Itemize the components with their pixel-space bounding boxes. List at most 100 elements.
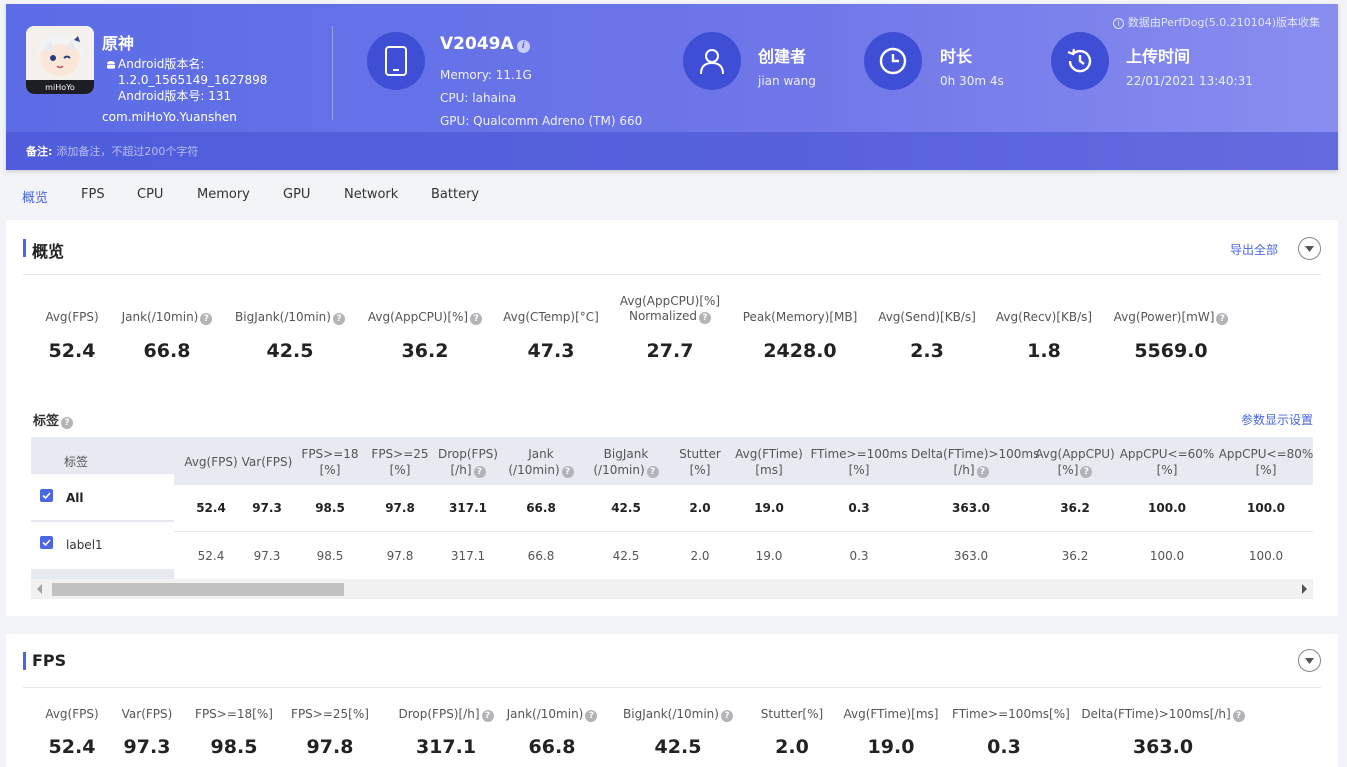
help-icon[interactable]: ? [470,313,483,325]
help-icon[interactable]: ? [332,313,345,325]
tab-memory[interactable]: Memory [197,187,250,202]
check-icon [42,539,51,546]
fps-metric: Delta(FTime)>100ms[/h]? 363.0 [1070,707,1256,758]
table-cell: 0.3 [849,549,869,563]
export-all-link[interactable]: 导出全部 [1230,241,1278,258]
tags-title: 标签? [33,410,74,429]
version-name-text: 1.2.0_1565149_1627898 [118,73,268,87]
tab-network[interactable]: Network [344,187,398,202]
metric-value: 27.7 [646,340,694,362]
horizontal-scrollbar[interactable] [31,579,1313,599]
fps-panel: FPS Avg(FPS) 52.4 Var(FPS) 97.3 FPS>=18[%] 98… [6,634,1338,767]
note-placeholder[interactable]: 添加备注，不超过200个字符 [56,145,198,158]
metric-jank: Jank(/10min)? 66.8 [111,310,223,362]
fps-metric: BigJank(/10min)? 42.5 [612,707,744,758]
metric-value: 36.2 [401,340,449,362]
metric-bigjank: BigJank(/10min)? 42.5 [230,310,350,362]
scrollbar-thumb[interactable] [52,583,344,596]
tag-row-all[interactable]: All [31,474,174,521]
column-header-line: AppCPU<=80% [1218,447,1314,461]
help-icon[interactable]: ? [976,466,989,478]
help-icon[interactable]: ? [1080,466,1093,478]
collapse-overview-button[interactable] [1298,237,1321,260]
table-cell: 100.0 [1248,549,1284,563]
metric-value: 98.5 [210,736,258,758]
help-icon[interactable]: ? [481,710,494,722]
duration-value: 0h 30m 4s [940,74,1004,88]
metric-value: 97.3 [123,736,171,758]
scroll-right-arrow[interactable] [1302,584,1307,594]
table-cell: 100.0 [1148,501,1186,515]
collapse-fps-button[interactable] [1298,649,1321,672]
metric-avg-ctemp: Avg(CTemp)[°C] 47.3 [494,310,608,362]
tags-title-text: 标签 [33,414,60,429]
column-header: FTime>=100ms [%] [799,446,919,478]
app-icon: miHoYo [26,26,94,94]
param-display-settings-link[interactable]: 参数显示设置 [1241,411,1313,428]
source-note-text: 数据由PerfDog(5.0.210104)版本收集 [1127,16,1320,29]
metric-label-text: Delta(FTime)>100ms[/h] [1081,707,1231,721]
metric-avg-recv: Avg(Recv)[KB/s] 1.8 [988,310,1100,362]
note-label: 备注: [26,145,53,158]
tab-overview[interactable]: 概览 [22,187,48,206]
column-header-line: FTime>=100ms [810,447,908,461]
metric-label: Drop(FPS)[/h]? [378,707,514,722]
metric-label: Avg(CTemp)[°C] [503,310,599,324]
metric-label-text: Var(FPS) [121,707,173,721]
tab-battery[interactable]: Battery [431,187,479,202]
help-icon[interactable]: ? [699,312,712,324]
help-icon[interactable]: ? [720,710,733,722]
metric-avg-send: Avg(Send)[KB/s] 2.3 [870,310,984,362]
metric-value: 47.3 [527,340,575,362]
version-name-value: 1.2.0_1565149_1627898 [102,61,268,88]
overview-divider [23,274,1321,275]
fps-metric: Drop(FPS)[/h]? 317.1 [378,707,514,758]
tag-row-label1[interactable]: label1 [31,522,174,569]
metric-label: Avg(FPS) [26,707,118,722]
checkbox-label1[interactable] [40,536,53,549]
creator-label: 创建者 [758,47,807,66]
metric-value: 2428.0 [763,340,837,362]
metric-label-text: Avg(FTime)[ms] [843,707,939,721]
metric-value: 52.4 [48,736,96,758]
overview-panel: 概览 导出全部 Avg(FPS) 52.4 Jank(/10min)? 66.8… [6,220,1338,616]
table-cell: 363.0 [953,549,989,563]
tab-cpu[interactable]: CPU [137,187,163,202]
device-memory: Memory: 11.1G [440,68,532,82]
report-header: i 数据由PerfDog(5.0.210104)版本收集 miHoYo 原神 An… [6,4,1338,170]
help-icon[interactable]: ? [200,313,213,325]
metric-label-text: Avg(FPS) [45,707,99,721]
clock-icon [864,32,922,90]
metric-label-text: Drop(FPS)[/h] [398,707,480,721]
version-code: Android版本号: 131 [118,89,232,103]
device-name: V2049A i [440,34,530,54]
fps-metric: Var(FPS) 97.3 [106,707,188,758]
tab-fps[interactable]: FPS [81,187,105,202]
metric-value: 19.0 [867,736,915,758]
upload-time-label: 上传时间 [1126,47,1191,66]
metric-appcpu-normalized: Avg(AppCPU)[%] Normalized? 27.7 [612,294,728,362]
help-icon[interactable]: ? [1232,710,1245,722]
device-info-icon[interactable]: i [516,40,530,53]
help-icon[interactable]: ? [1216,313,1229,325]
column-header-line: [%] [848,463,870,477]
column-header-text: (/10min) [593,463,645,477]
fps-divider [23,687,1321,688]
app-avatar-image: miHoYo [26,26,94,94]
app-icon-logo-text: miHoYo [45,83,75,92]
device-gpu: GPU: Qualcomm Adreno (TM) 660 [440,114,643,128]
metric-value: 0.3 [987,736,1021,758]
metric-label: Avg(AppCPU)[%] [367,310,469,324]
checkbox-all[interactable] [40,489,53,502]
tab-gpu[interactable]: GPU [283,187,310,202]
fps-metric: Avg(FPS) 52.4 [26,707,118,758]
help-icon[interactable]: ? [585,710,598,722]
scroll-left-arrow[interactable] [37,584,42,594]
note-field[interactable]: 备注: 添加备注，不超过200个字符 [26,143,198,159]
column-header-text: [%] [1057,463,1079,477]
help-icon[interactable]: ? [61,417,74,429]
metric-label: Avg(FTime)[ms] [828,707,954,722]
metric-value: 97.8 [306,736,354,758]
column-header-line: Delta(FTime)>100ms [911,447,1040,461]
fps-metric: Stutter[%] 2.0 [746,707,838,758]
